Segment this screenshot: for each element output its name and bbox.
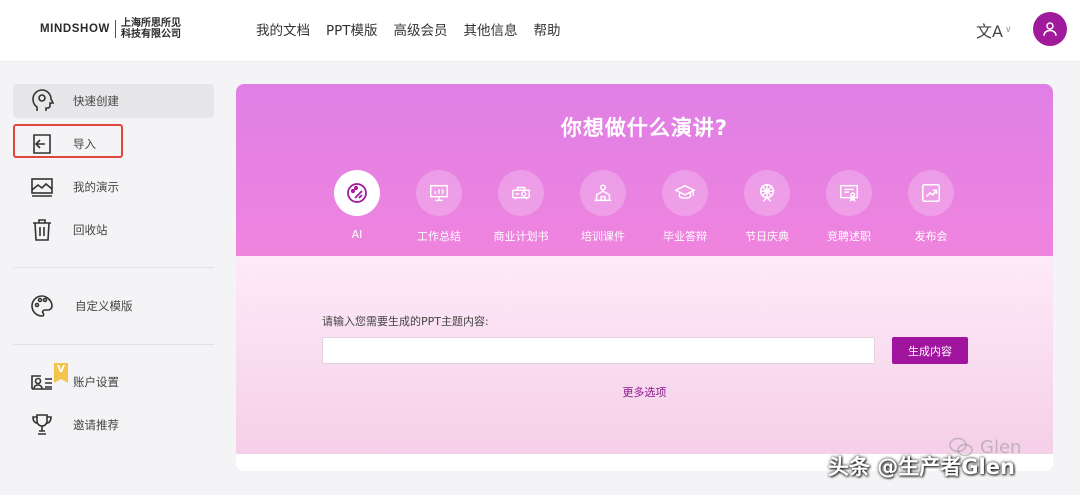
category-label: 培训课件 <box>581 230 625 243</box>
category-launch-event[interactable]: 发布会 <box>891 170 971 244</box>
prompt-section: 请输入您需要生成的PPT主题内容: 生成内容 更多选项 <box>236 256 1053 454</box>
sidebar-item-label: 邀请推荐 <box>73 418 119 432</box>
logo-separator <box>114 20 116 38</box>
nav-other-info[interactable]: 其他信息 <box>464 19 518 39</box>
watermark-main: 头条 @生产者Glen <box>828 455 1015 479</box>
sidebar-divider <box>13 344 214 345</box>
category-label: 工作总结 <box>417 230 461 243</box>
brain-head-icon <box>27 86 57 116</box>
sidebar-item-label: 回收站 <box>73 223 108 237</box>
chevron-down-icon: ∨ <box>1004 25 1012 35</box>
trophy-icon <box>27 410 57 440</box>
language-switcher[interactable]: 文A ∨ <box>976 18 1012 42</box>
category-training[interactable]: 培训课件 <box>563 170 643 244</box>
hero-banner: 你想做什么演讲? AI 工作总结 商业计划书 培训课件 毕业答辩 节日庆典 竞聘… <box>236 84 1053 256</box>
page-title: 你想做什么演讲? <box>560 116 729 140</box>
brand-logo[interactable]: MINDSHOW 上海所思所见科技有限公司 <box>40 17 187 41</box>
create-card: 你想做什么演讲? AI 工作总结 商业计划书 培训课件 毕业答辩 节日庆典 竞聘… <box>236 84 1053 471</box>
trend-chart-icon <box>908 170 954 216</box>
category-festival[interactable]: 节日庆典 <box>727 170 807 244</box>
category-work-summary[interactable]: 工作总结 <box>399 170 479 244</box>
nav-ppt-templates[interactable]: PPT模版 <box>326 19 378 39</box>
category-business-plan[interactable]: 商业计划书 <box>481 170 561 244</box>
user-avatar[interactable] <box>1033 12 1067 46</box>
prompt-label: 请输入您需要生成的PPT主题内容: <box>322 315 489 328</box>
sidebar-item-custom-template[interactable]: 自定义模版 <box>13 289 214 323</box>
graduation-cap-icon <box>662 170 708 216</box>
category-label: 节日庆典 <box>745 230 789 243</box>
palette-icon <box>27 291 57 321</box>
trash-icon <box>27 215 57 245</box>
ai-palette-icon <box>334 170 380 216</box>
category-graduation[interactable]: 毕业答辩 <box>645 170 725 244</box>
nav-help[interactable]: 帮助 <box>534 19 561 39</box>
account-card-icon <box>27 367 57 397</box>
training-icon <box>580 170 626 216</box>
projector-icon <box>498 170 544 216</box>
sidebar-item-label: 账户设置 <box>73 375 119 389</box>
sidebar-item-quick-create[interactable]: 快速创建 <box>13 84 214 118</box>
category-job-report[interactable]: 竞聘述职 <box>809 170 889 244</box>
category-label: 发布会 <box>914 230 948 243</box>
sidebar-item-label: 自定义模版 <box>75 299 133 313</box>
sidebar-item-my-presentations[interactable]: 我的演示 <box>13 170 214 204</box>
category-label: 商业计划书 <box>493 230 549 243</box>
logo-wordmark: MINDSHOW <box>40 23 110 35</box>
sidebar-item-import[interactable]: 导入 <box>13 127 214 161</box>
nav-my-documents[interactable]: 我的文档 <box>256 19 310 39</box>
sidebar-divider <box>13 267 214 268</box>
top-header: MINDSHOW 上海所思所见科技有限公司 我的文档 PPT模版 高级会员 其他… <box>0 0 1080 62</box>
import-icon <box>27 129 57 159</box>
main-nav: 我的文档 PPT模版 高级会员 其他信息 帮助 <box>256 19 561 39</box>
category-label: 竞聘述职 <box>827 230 871 243</box>
sidebar-item-recycle-bin[interactable]: 回收站 <box>13 213 214 247</box>
category-ai[interactable]: AI <box>317 170 397 241</box>
sidebar-item-invite[interactable]: 邀请推荐 <box>13 408 214 442</box>
sidebar-item-account-settings[interactable]: 账户设置 <box>13 365 214 399</box>
sidebar: 快速创建 导入 我的演示 回收站 自定义模版 V 账户设置 邀请推荐 <box>0 63 228 495</box>
logo-company-name: 上海所思所见科技有限公司 <box>120 18 181 40</box>
monitor-chart-icon <box>416 170 462 216</box>
sidebar-item-label: 我的演示 <box>73 180 119 194</box>
nav-premium-member[interactable]: 高级会员 <box>394 19 448 39</box>
generate-content-button[interactable]: 生成内容 <box>892 337 968 364</box>
certificate-icon <box>826 170 872 216</box>
translate-icon: 文A <box>976 22 1003 41</box>
topic-input[interactable] <box>322 337 875 364</box>
ferris-wheel-icon <box>744 170 790 216</box>
presentation-icon <box>27 172 57 202</box>
category-label: AI <box>351 228 363 241</box>
more-options-link[interactable]: 更多选项 <box>236 384 1053 400</box>
sidebar-item-label: 导入 <box>73 137 96 151</box>
user-icon <box>1043 22 1057 36</box>
sidebar-item-label: 快速创建 <box>73 94 119 108</box>
category-label: 毕业答辩 <box>663 230 707 243</box>
